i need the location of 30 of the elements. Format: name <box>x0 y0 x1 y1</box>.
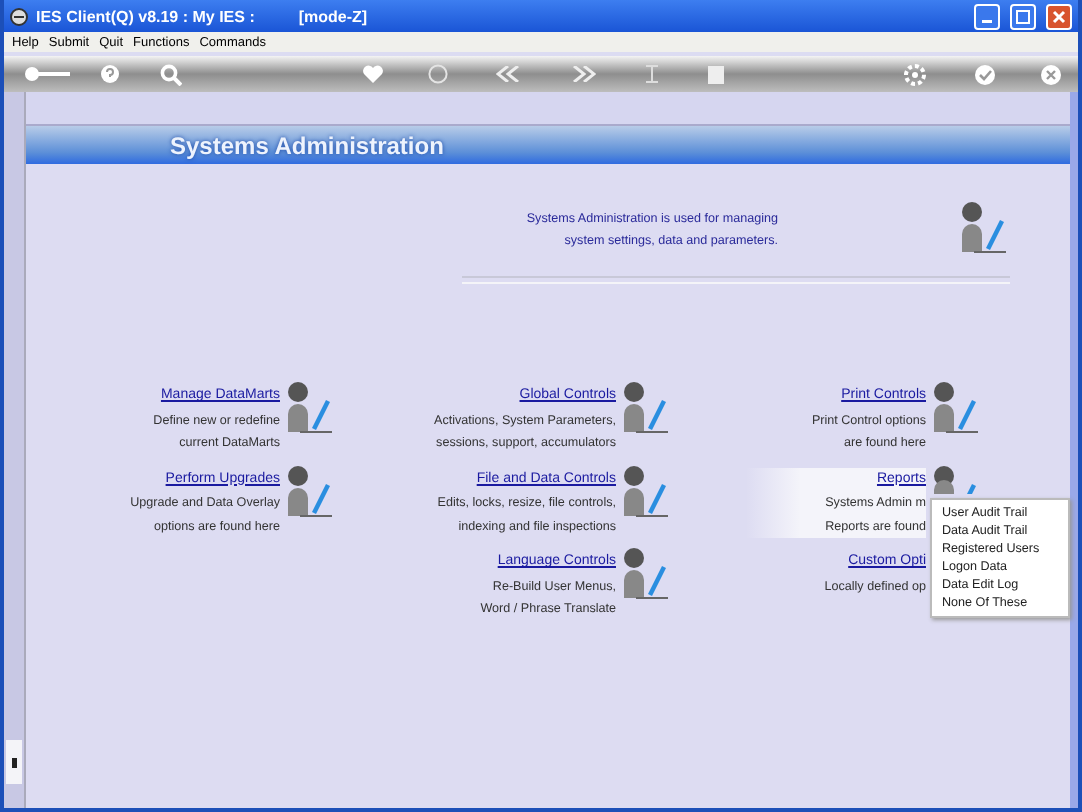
heart-icon[interactable] <box>362 64 384 84</box>
person-icon <box>284 463 336 519</box>
close-icon <box>1052 9 1066 23</box>
key-icon[interactable] <box>24 64 72 84</box>
settings-icon[interactable] <box>904 63 926 85</box>
person-icon <box>284 380 336 436</box>
page-title: Systems Administration <box>170 131 444 159</box>
app-icon <box>10 7 28 25</box>
person-icon <box>620 546 672 602</box>
maximize-icon <box>1016 9 1030 23</box>
side-tab-icon[interactable] <box>6 740 22 784</box>
person-icon <box>620 463 672 519</box>
person-icon <box>958 200 1010 256</box>
person-icon <box>930 380 982 436</box>
window-mode: [mode-Z] <box>298 7 368 25</box>
close-icon[interactable] <box>1040 63 1062 85</box>
check-icon[interactable] <box>974 63 996 85</box>
search-icon[interactable] <box>160 63 182 85</box>
maximize-button[interactable] <box>1010 3 1036 29</box>
square-icon[interactable] <box>708 65 724 83</box>
minimize-button[interactable] <box>974 3 1000 29</box>
window-title: IES Client(Q) v8.19 : My IES : <box>36 7 255 25</box>
rewind-icon[interactable] <box>496 66 520 82</box>
help-icon[interactable] <box>100 64 120 84</box>
circle-icon[interactable] <box>428 64 448 84</box>
person-icon <box>620 380 672 436</box>
fast-forward-icon[interactable] <box>572 66 596 82</box>
bracket-icon[interactable] <box>644 64 660 84</box>
person-icon <box>930 463 982 493</box>
close-button[interactable] <box>1046 3 1072 29</box>
